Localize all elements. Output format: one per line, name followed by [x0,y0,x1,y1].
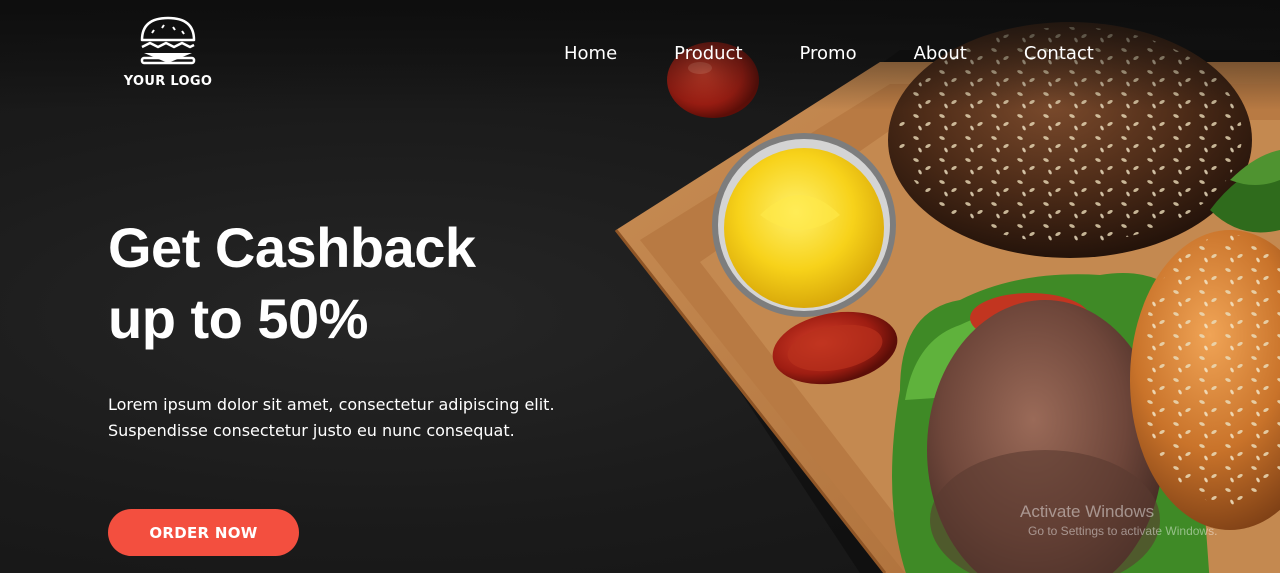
headline-line-2: up to 50% [108,287,368,350]
hero-headline: Get Cashback up to 50% [108,212,476,354]
headline-line-1: Get Cashback [108,216,476,279]
nav-home[interactable]: Home [564,42,617,66]
activate-windows-watermark: Activate Windows Go to Settings to activ… [1020,502,1217,540]
burger-icon [140,16,196,65]
hero-description: Lorem ipsum dolor sit amet, consectetur … [108,395,555,440]
watermark-title: Activate Windows [1020,502,1155,521]
order-now-button[interactable]: ORDER NOW [108,509,299,556]
logo-text: YOUR LOGO [123,74,213,89]
nav-about[interactable]: About [914,42,967,66]
logo[interactable]: YOUR LOGO [118,14,218,89]
main-nav: Home Product Promo About Contact [564,42,1094,66]
hero-section: YOUR LOGO Home Product Promo About Conta… [0,0,1280,573]
nav-product[interactable]: Product [674,42,742,66]
watermark-subtitle: Go to Settings to activate Windows. [1028,524,1218,538]
nav-contact[interactable]: Contact [1024,42,1094,66]
nav-promo[interactable]: Promo [800,42,857,66]
